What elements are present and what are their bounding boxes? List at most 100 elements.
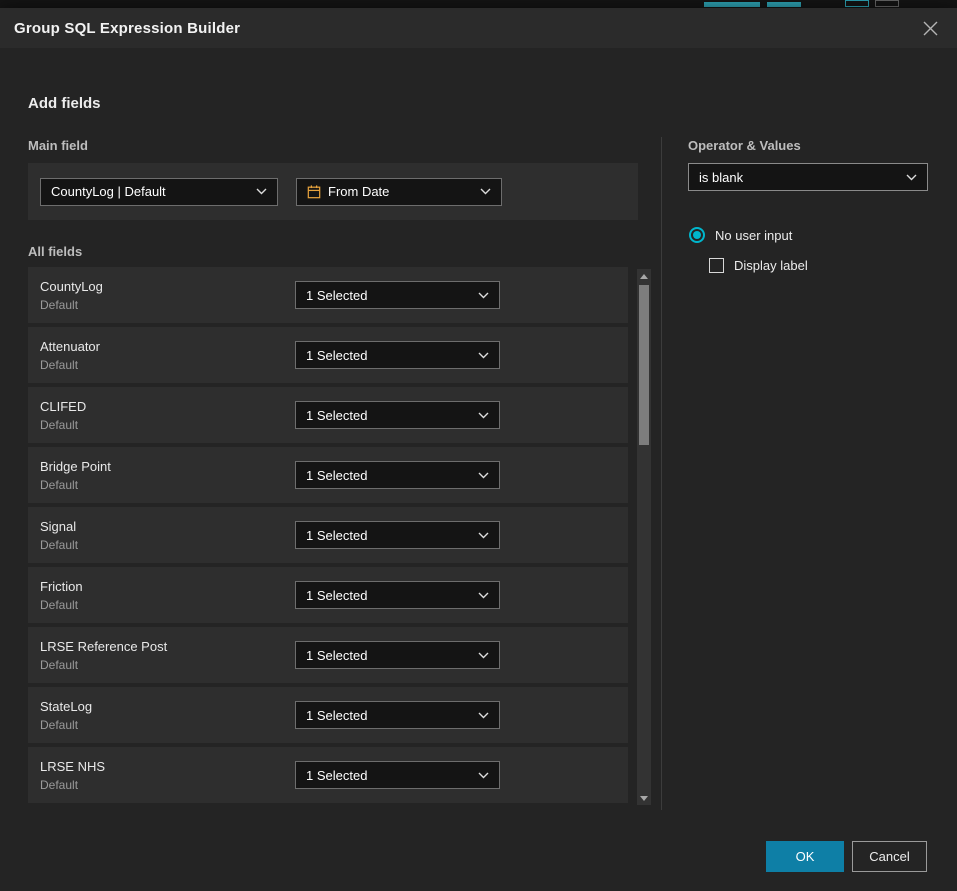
main-field-layer-select[interactable]: CountyLog | Default <box>40 178 278 206</box>
field-name: Friction <box>40 579 295 594</box>
field-meta: Friction Default <box>40 579 295 612</box>
selected-count: 1 Selected <box>306 528 367 543</box>
field-row: Signal Default 1 Selected <box>28 507 628 563</box>
chevron-down-icon <box>470 352 489 359</box>
operator-values-heading: Operator & Values <box>688 138 801 153</box>
field-row: LRSE Reference Post Default 1 Selected <box>28 627 628 683</box>
field-subtitle: Default <box>40 778 295 792</box>
chevron-down-icon <box>470 652 489 659</box>
all-fields-list: CountyLog Default 1 Selected Attenuator … <box>28 267 628 803</box>
selected-count: 1 Selected <box>306 348 367 363</box>
operator-select[interactable]: is blank <box>688 163 928 191</box>
main-field-label: Main field <box>28 138 88 153</box>
no-user-input-label: No user input <box>715 228 792 243</box>
field-selected-dropdown[interactable]: 1 Selected <box>295 761 500 789</box>
selected-count: 1 Selected <box>306 648 367 663</box>
selected-count: 1 Selected <box>306 468 367 483</box>
cropped-toolbar-fragment <box>845 0 869 7</box>
add-fields-heading: Add fields <box>28 95 101 112</box>
background-app-edge <box>0 0 957 8</box>
main-field-panel: CountyLog | Default From Date <box>28 163 638 220</box>
field-name: Attenuator <box>40 339 295 354</box>
field-name: Bridge Point <box>40 459 295 474</box>
calendar-icon <box>307 185 321 199</box>
field-subtitle: Default <box>40 658 295 672</box>
cropped-toolbar-fragment <box>875 0 899 7</box>
field-meta: CLIFED Default <box>40 399 295 432</box>
dialog-header: Group SQL Expression Builder <box>0 8 957 48</box>
scroll-down-arrow[interactable] <box>637 791 651 805</box>
field-subtitle: Default <box>40 718 295 732</box>
selected-count: 1 Selected <box>306 708 367 723</box>
chevron-down-icon <box>470 592 489 599</box>
field-subtitle: Default <box>40 478 295 492</box>
scrollbar-thumb[interactable] <box>639 285 649 445</box>
field-subtitle: Default <box>40 538 295 552</box>
field-meta: LRSE Reference Post Default <box>40 639 295 672</box>
chevron-down-icon <box>470 712 489 719</box>
display-label-checkbox[interactable]: Display label <box>709 258 808 273</box>
all-fields-label: All fields <box>28 244 82 259</box>
field-meta: StateLog Default <box>40 699 295 732</box>
field-row: Attenuator Default 1 Selected <box>28 327 628 383</box>
field-name: StateLog <box>40 699 295 714</box>
chevron-down-icon <box>248 188 267 195</box>
scrollbar[interactable] <box>637 269 651 805</box>
chevron-down-icon <box>470 412 489 419</box>
close-button[interactable] <box>917 15 943 41</box>
cancel-button[interactable]: Cancel <box>852 841 927 872</box>
field-row: CountyLog Default 1 Selected <box>28 267 628 323</box>
selected-count: 1 Selected <box>306 408 367 423</box>
field-meta: Attenuator Default <box>40 339 295 372</box>
group-sql-expression-builder-dialog: Group SQL Expression Builder Add fields … <box>0 8 957 891</box>
field-selected-dropdown[interactable]: 1 Selected <box>295 581 500 609</box>
field-row: StateLog Default 1 Selected <box>28 687 628 743</box>
main-field-layer-value: CountyLog | Default <box>51 184 166 199</box>
radio-selected-icon <box>689 227 705 243</box>
checkbox-unchecked-icon <box>709 258 724 273</box>
selected-count: 1 Selected <box>306 288 367 303</box>
triangle-down-icon <box>640 796 648 801</box>
field-selected-dropdown[interactable]: 1 Selected <box>295 401 500 429</box>
chevron-down-icon <box>470 772 489 779</box>
all-fields-list-container: CountyLog Default 1 Selected Attenuator … <box>28 267 651 807</box>
field-selected-dropdown[interactable]: 1 Selected <box>295 641 500 669</box>
main-field-field-select[interactable]: From Date <box>296 178 502 206</box>
field-name: LRSE NHS <box>40 759 295 774</box>
field-row: LRSE NHS Default 1 Selected <box>28 747 628 803</box>
triangle-up-icon <box>640 274 648 279</box>
field-row: CLIFED Default 1 Selected <box>28 387 628 443</box>
screen: Group SQL Expression Builder Add fields … <box>0 0 957 891</box>
field-name: CountyLog <box>40 279 295 294</box>
field-name: Signal <box>40 519 295 534</box>
field-selected-dropdown[interactable]: 1 Selected <box>295 461 500 489</box>
field-meta: Signal Default <box>40 519 295 552</box>
field-selected-dropdown[interactable]: 1 Selected <box>295 281 500 309</box>
field-row: Friction Default 1 Selected <box>28 567 628 623</box>
dialog-title: Group SQL Expression Builder <box>14 20 240 37</box>
cropped-link-fragment <box>704 2 760 7</box>
ok-button[interactable]: OK <box>766 841 844 872</box>
selected-count: 1 Selected <box>306 588 367 603</box>
main-field-field-value: From Date <box>328 184 389 199</box>
operator-value: is blank <box>699 170 743 185</box>
chevron-down-icon <box>470 292 489 299</box>
scroll-up-arrow[interactable] <box>637 269 651 283</box>
field-subtitle: Default <box>40 298 295 312</box>
chevron-down-icon <box>470 472 489 479</box>
field-selected-dropdown[interactable]: 1 Selected <box>295 701 500 729</box>
field-row: Bridge Point Default 1 Selected <box>28 447 628 503</box>
field-selected-dropdown[interactable]: 1 Selected <box>295 341 500 369</box>
field-name: CLIFED <box>40 399 295 414</box>
field-meta: Bridge Point Default <box>40 459 295 492</box>
field-meta: LRSE NHS Default <box>40 759 295 792</box>
chevron-down-icon <box>470 532 489 539</box>
selected-count: 1 Selected <box>306 768 367 783</box>
field-selected-dropdown[interactable]: 1 Selected <box>295 521 500 549</box>
cropped-link-fragment <box>767 2 801 7</box>
field-name: LRSE Reference Post <box>40 639 295 654</box>
field-subtitle: Default <box>40 358 295 372</box>
chevron-down-icon <box>472 188 491 195</box>
no-user-input-radio[interactable]: No user input <box>689 227 792 243</box>
panel-divider <box>661 137 662 810</box>
